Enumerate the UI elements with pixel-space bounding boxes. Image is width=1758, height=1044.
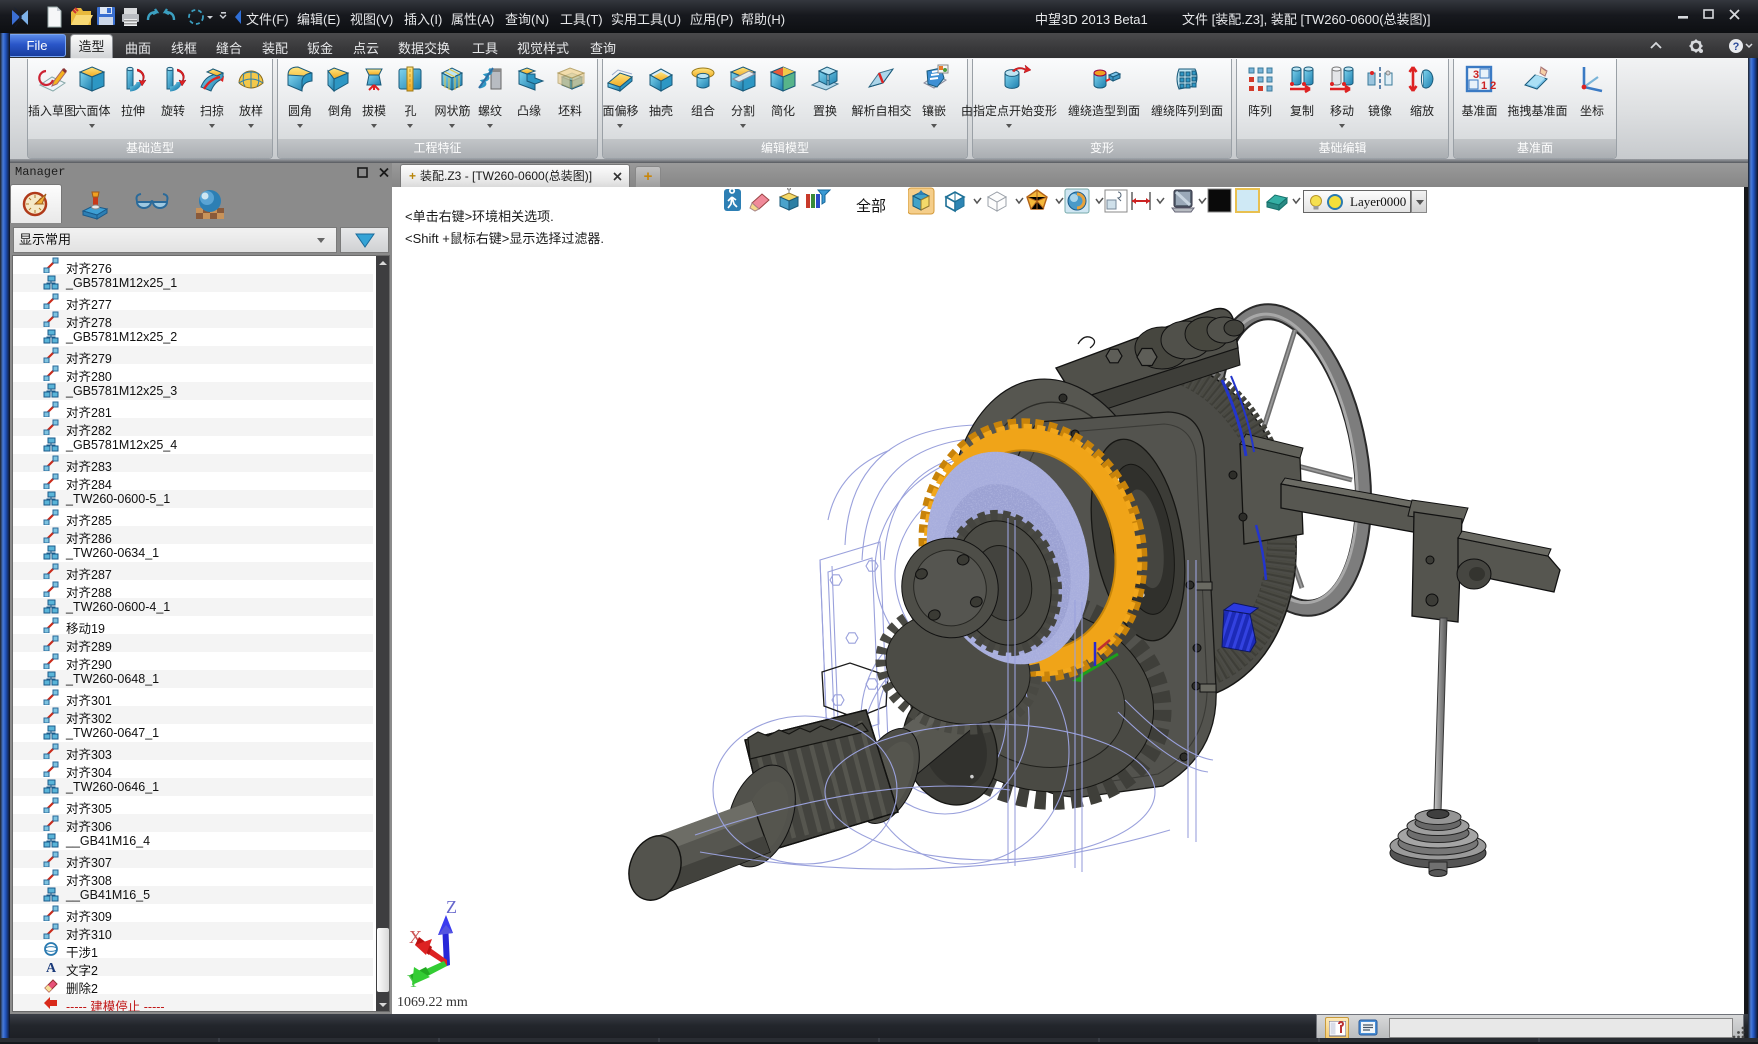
svg-text:Z: Z [446,897,457,917]
svg-text:A: A [46,961,57,975]
svg-text:?: ? [1733,41,1740,53]
